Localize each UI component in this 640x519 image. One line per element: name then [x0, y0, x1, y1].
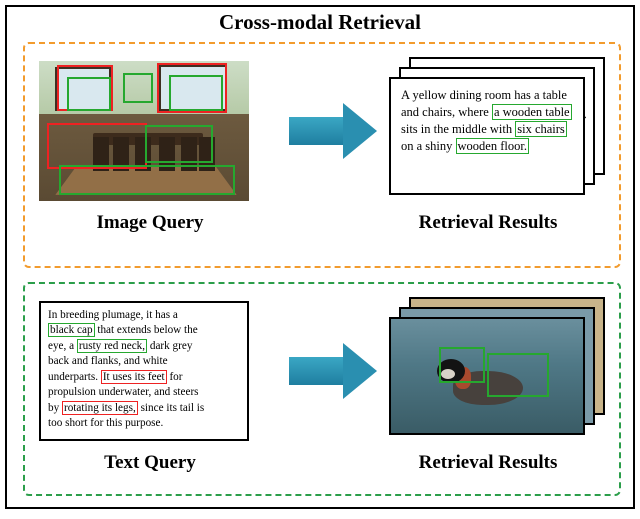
hl-wooden-table: a wooden table [492, 104, 572, 120]
image-query [39, 61, 249, 201]
text-query: In breeding plumage, it has a black cap … [39, 301, 249, 441]
bbox-br-b1 [439, 347, 485, 383]
bbox-iq-b2 [67, 77, 111, 111]
bbox-iq-b6 [47, 123, 147, 169]
label-retrieval-results-top: Retrieval Results [377, 212, 599, 234]
bbox-iq-b7 [145, 125, 213, 163]
image-result-stack [383, 297, 605, 445]
figure-title: Cross-modal Retrieval [7, 7, 633, 40]
hl-rotating-legs: rotating its legs, [62, 401, 138, 415]
hl-black-cap: black cap [48, 323, 95, 337]
label-text-query: Text Query [45, 452, 255, 474]
bbox-iq-b3 [123, 73, 153, 103]
arrow-top [271, 117, 361, 145]
arrow-icon [289, 117, 343, 145]
bbox-br-b2 [487, 353, 549, 397]
arrow-bottom [271, 357, 361, 385]
panel-image-to-text: g d A yellow dining room has a table and… [23, 42, 621, 268]
top-row: g d A yellow dining room has a table and… [39, 56, 605, 206]
text-result-stack: g d A yellow dining room has a table and… [383, 57, 605, 205]
text-query-body: In breeding plumage, it has a black cap … [48, 308, 240, 432]
bbox-iq-b8 [59, 165, 235, 195]
img-result-card-1 [389, 317, 585, 435]
figure-frame: Cross-modal Retrieval [5, 5, 635, 509]
text-query-card: In breeding plumage, it has a black cap … [39, 301, 249, 441]
bottom-labels: Text Query Retrieval Results [39, 446, 605, 474]
hl-wooden-floor: wooden floor. [456, 138, 529, 154]
result-text: A yellow dining room has a table and cha… [401, 87, 573, 155]
hl-rusty-red-neck: rusty red neck, [77, 339, 147, 353]
bottom-row: In breeding plumage, it has a black cap … [39, 296, 605, 446]
top-labels: Image Query Retrieval Results [39, 206, 605, 234]
panel-text-to-image: In breeding plumage, it has a black cap … [23, 282, 621, 496]
hl-uses-feet: It uses its feet [101, 370, 167, 384]
result-card-1: A yellow dining room has a table and cha… [389, 77, 585, 195]
arrow-icon [289, 357, 343, 385]
hl-six-chairs: six chairs [515, 121, 567, 137]
label-image-query: Image Query [45, 212, 255, 234]
bbox-iq-b5 [169, 75, 223, 111]
label-retrieval-results-bottom: Retrieval Results [377, 452, 599, 474]
